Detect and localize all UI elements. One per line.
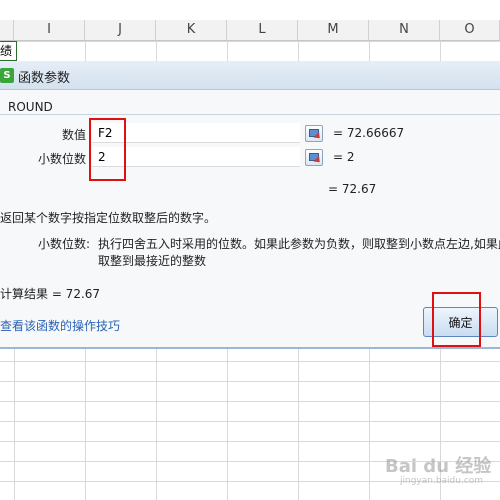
watermark-url: jingyan.baidu.com bbox=[400, 476, 484, 486]
column-header-k[interactable]: K bbox=[156, 20, 227, 40]
column-header-l[interactable]: L bbox=[227, 20, 298, 40]
formula-result: = 72.67 bbox=[328, 182, 377, 196]
ok-button[interactable]: 确定 bbox=[423, 307, 498, 337]
collapse-reference-icon[interactable] bbox=[305, 125, 323, 142]
column-header-partial[interactable] bbox=[0, 20, 14, 40]
param-name: 小数位数: bbox=[38, 237, 91, 251]
column-header-i[interactable]: I bbox=[14, 20, 85, 40]
watermark-logo: Bai du 经验 bbox=[385, 456, 492, 477]
arg-label-number: 数值 bbox=[61, 128, 86, 142]
column-header-j[interactable]: J bbox=[85, 20, 156, 40]
selected-cell[interactable]: 绩 bbox=[0, 41, 17, 61]
arg-result-digits: = 2 bbox=[333, 150, 355, 164]
arg-result-number: = 72.66667 bbox=[333, 126, 405, 140]
wps-app-icon: S bbox=[0, 68, 14, 83]
function-description: 返回某个数字按指定位数取整后的数字。 bbox=[0, 211, 217, 225]
column-header-o[interactable]: O bbox=[440, 20, 500, 40]
collapse-reference-icon[interactable] bbox=[305, 149, 323, 166]
dialog-title: 函数参数 bbox=[18, 71, 71, 86]
calculation-result: 计算结果 = 72.67 bbox=[0, 287, 101, 301]
num-digits-input[interactable] bbox=[92, 147, 300, 167]
toolbar-strip bbox=[0, 0, 500, 20]
param-description-line1: 执行四舍五入时采用的位数。如果此参数为负数，则取整到小数点左边,如果此 bbox=[98, 237, 500, 251]
param-description-line2: 取整到最接近的整数 bbox=[98, 254, 207, 268]
function-arguments-dialog: S 函数参数 ROUND 数值 = 72.66667 小数位数 = 2 = 72… bbox=[0, 61, 500, 349]
function-help-link[interactable]: 查看该函数的操作技巧 bbox=[0, 317, 120, 334]
dialog-titlebar[interactable]: S 函数参数 bbox=[0, 61, 500, 90]
number-input[interactable] bbox=[92, 123, 300, 143]
column-header-m[interactable]: M bbox=[298, 20, 369, 40]
column-header-n[interactable]: N bbox=[369, 20, 440, 40]
function-name: ROUND bbox=[8, 100, 53, 114]
column-header-row: I J K L M N O bbox=[0, 20, 500, 41]
arg-label-digits: 小数位数 bbox=[37, 152, 86, 166]
